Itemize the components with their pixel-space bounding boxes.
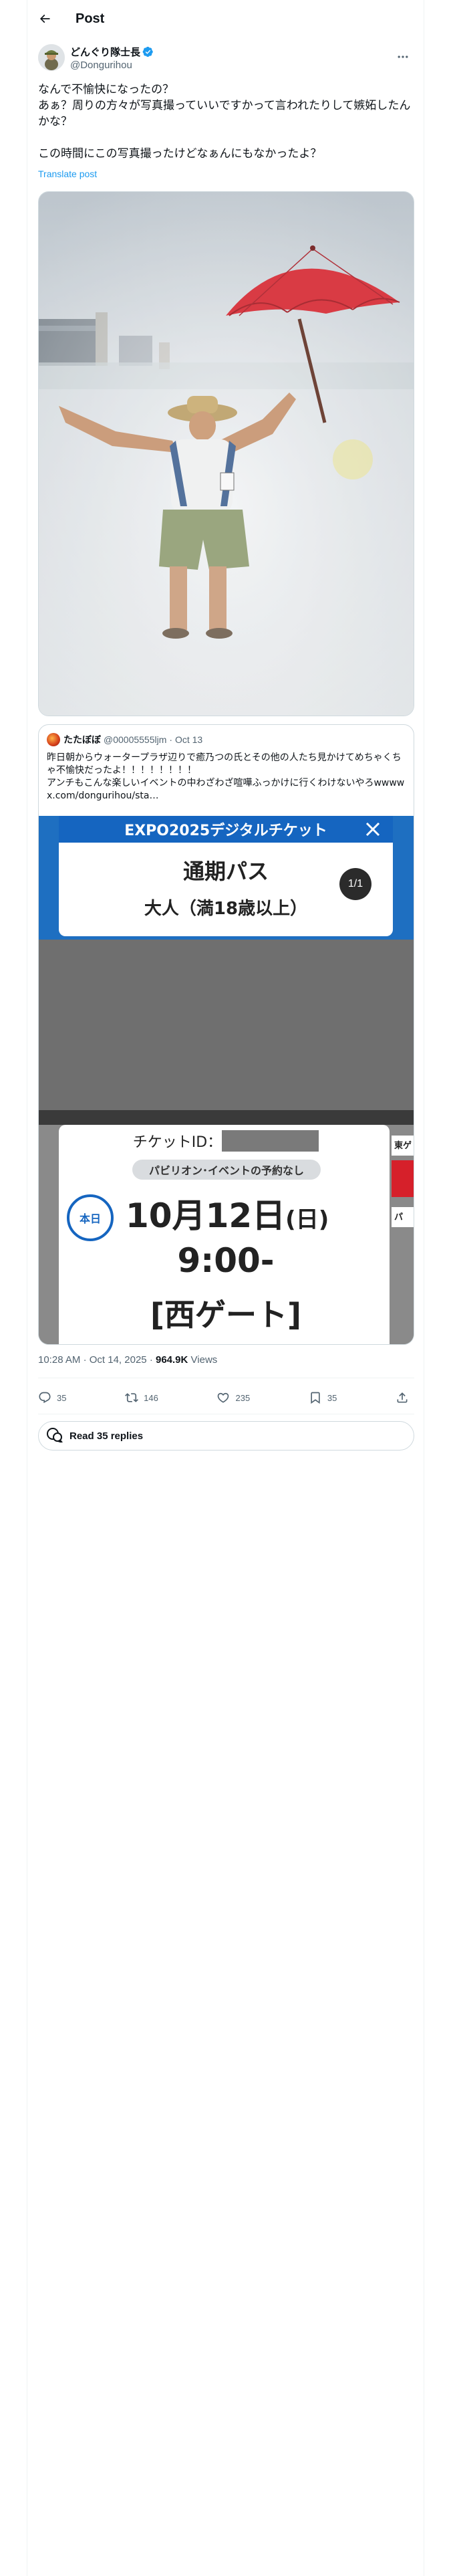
post-photo[interactable]	[38, 191, 414, 716]
side-red-block	[392, 1160, 414, 1197]
handle[interactable]: @Dongurihou	[70, 60, 154, 71]
ticket-weekday: (日)	[285, 1206, 329, 1233]
header: Post	[27, 0, 424, 37]
close-icon[interactable]	[365, 821, 381, 837]
ticket-card-top: EXPO2025デジタルチケット 通期パス 大人（満18歳以上） 1/1	[59, 816, 393, 936]
post-date[interactable]: Oct 14, 2025	[90, 1354, 147, 1366]
quote-avatar	[47, 733, 60, 746]
reply-icon	[39, 1392, 51, 1404]
read-replies-button[interactable]: Read 35 replies	[38, 1421, 414, 1451]
side-label-pavilion: パ	[392, 1207, 414, 1227]
repost-button[interactable]: 146	[125, 1391, 158, 1404]
bookmark-icon	[311, 1392, 320, 1404]
ticket-banner: EXPO2025デジタルチケット	[59, 816, 393, 843]
quote-ticket-screenshot[interactable]: EXPO2025デジタルチケット 通期パス 大人（満18歳以上） 1/1 東ゲ …	[39, 816, 414, 1344]
screenshot-dark-strip	[39, 1110, 414, 1125]
ticket-id-row: チケットID：	[59, 1130, 393, 1152]
action-bar: 35 146 235 35	[38, 1382, 414, 1414]
avatar[interactable]	[38, 44, 65, 71]
reply-count: 35	[57, 1392, 67, 1403]
quote-text: 昨日朝からウォータープラザ辺りで癒乃つの氏とその他の人たち見かけてめちゃくちゃ不…	[47, 752, 405, 801]
no-reservation-badge: パビリオン･イベントの予約なし	[132, 1160, 321, 1180]
like-button[interactable]: 235	[216, 1391, 250, 1404]
page: Post どんぐり隊士長 @Dongurihou なんで不愉快になったの？ あぁ…	[0, 0, 451, 2576]
repost-count: 146	[144, 1392, 158, 1403]
back-button[interactable]	[33, 7, 57, 31]
arrow-left-icon	[39, 14, 50, 23]
page-indicator: 1/1	[339, 868, 371, 900]
bookmark-count: 35	[327, 1392, 337, 1403]
ticket-id-label: チケットID：	[132, 1134, 222, 1151]
screenshot-gray-band	[39, 940, 414, 1120]
bookmark-button[interactable]: 35	[309, 1391, 337, 1404]
post-time[interactable]: 10:28 AM	[38, 1354, 80, 1366]
ticket-banner-text: EXPO2025デジタルチケット	[124, 823, 327, 839]
page-title: Post	[76, 11, 105, 26]
like-count: 235	[235, 1392, 251, 1403]
translate-post-link[interactable]: Translate post	[38, 169, 97, 179]
today-badge: 本日	[67, 1194, 114, 1241]
repost-icon	[125, 1393, 139, 1402]
ticket-id-redacted	[222, 1130, 319, 1152]
post-author: どんぐり隊士長 @Dongurihou	[38, 43, 414, 72]
meta-separator-2: ·	[149, 1354, 153, 1366]
ticket-date-row: 10月12日(日)	[126, 1189, 329, 1237]
more-options-button[interactable]	[392, 45, 414, 68]
views-count: 964.9K	[155, 1354, 188, 1366]
ticket-gate: [西ゲート]	[150, 1297, 302, 1333]
heart-icon	[218, 1392, 229, 1403]
quote-handle: @00005555ljm	[104, 734, 167, 745]
ticket-time: 9:00-	[177, 1241, 275, 1280]
quote-header: たたぼぼ @00005555ljm · Oct 13	[47, 733, 202, 746]
display-name-row: どんぐり隊士長	[70, 45, 154, 59]
quote-display-name: たたぼぼ	[63, 734, 101, 745]
share-button[interactable]	[396, 1391, 414, 1404]
author-names: どんぐり隊士長 @Dongurihou	[70, 45, 154, 71]
avatar-image	[38, 44, 65, 71]
verified-badge-icon	[142, 46, 153, 57]
quote-date: · Oct 13	[169, 734, 203, 745]
reply-button[interactable]: 35	[38, 1391, 66, 1404]
share-icon	[397, 1392, 408, 1403]
photo-mist-umbrella	[39, 192, 414, 716]
replies-bubble-icon	[47, 1428, 63, 1443]
post-meta: 10:28 AM · Oct 14, 2025 · 964.9K Views	[38, 1354, 217, 1366]
ticket-date: 10月12日	[126, 1196, 286, 1235]
views-label: Views	[190, 1354, 218, 1366]
read-replies-label: Read 35 replies	[69, 1430, 144, 1442]
quoted-post[interactable]: たたぼぼ @00005555ljm · Oct 13 昨日朝からウォータープラザ…	[38, 724, 414, 1345]
more-horizontal-icon	[398, 56, 408, 58]
display-name[interactable]: どんぐり隊士長	[70, 45, 140, 59]
meta-separator: ·	[83, 1354, 87, 1366]
ticket-card-bottom: チケットID： パビリオン･イベントの予約なし 本日 10月12日(日) 9:0…	[59, 1125, 390, 1344]
main-column: Post どんぐり隊士長 @Dongurihou なんで不愉快になったの？ あぁ…	[27, 0, 424, 2576]
ticket-category: 大人（満18歳以上）	[144, 899, 308, 919]
post-text: なんで不愉快になったの？ あぁ？周りの方々が写真撮っていいですかって言われたりし…	[38, 83, 411, 160]
side-label-gate: 東ゲ	[392, 1136, 414, 1156]
